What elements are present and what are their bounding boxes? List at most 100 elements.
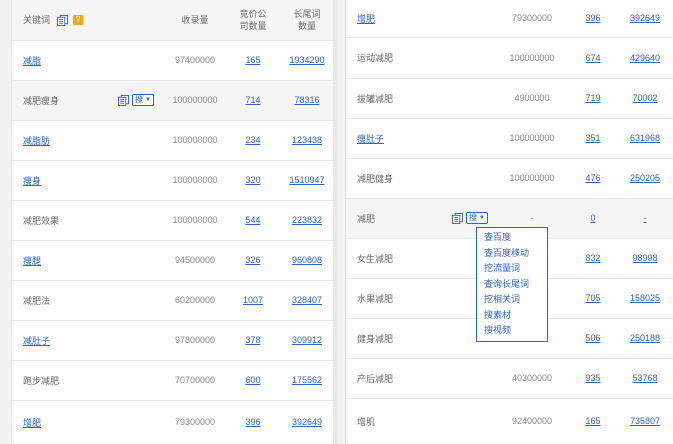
keyword-link[interactable]: 增肥 [23, 418, 41, 428]
copy-icon[interactable] [56, 14, 68, 26]
longtail-link[interactable]: 53768 [632, 373, 657, 383]
competitors-link[interactable]: 0 [590, 213, 595, 223]
copy-icon[interactable] [452, 212, 464, 224]
search-dropdown-button[interactable]: 搜 ▼ [466, 212, 488, 224]
table-row: 瘦腿 94500000 326 960808 [12, 240, 336, 280]
table-row: 瘦身 100000000 320 1510947 [12, 160, 336, 200]
competitors-header-line1: 竞价公 [239, 8, 267, 19]
search-volume-value: - [530, 213, 534, 223]
keyword-link[interactable]: 瘦腿 [23, 256, 41, 266]
keyword-link[interactable]: 减脂 [23, 56, 41, 66]
competitors-link[interactable]: 600 [245, 375, 260, 385]
longtail-cell: 631968 [616, 118, 673, 158]
competitors-link[interactable]: 544 [245, 215, 260, 225]
table-header-row: 关键词 ? 收录量 竞价公 司数量 长尾词 数量 [12, 0, 336, 40]
competitors-link[interactable]: 378 [245, 335, 260, 345]
competitors-link[interactable]: 326 [245, 255, 260, 265]
longtail-link[interactable]: 98998 [632, 253, 657, 263]
competitors-link[interactable]: 234 [245, 135, 260, 145]
table-row: 运动减肥 100000000 674 429640 [346, 37, 673, 78]
dropdown-item[interactable]: 查百度移动 [477, 246, 547, 262]
longtail-column-header: 长尾词 数量 [276, 0, 336, 40]
search-dropdown-button[interactable]: 搜 ▼ [132, 94, 154, 106]
keyword-link[interactable]: 减脂肪 [23, 136, 50, 146]
longtail-link[interactable]: 70002 [632, 93, 657, 103]
longtail-link[interactable]: 223832 [292, 215, 322, 225]
longtail-link[interactable]: 309912 [292, 335, 322, 345]
competitors-link[interactable]: 506 [585, 333, 600, 343]
longtail-cell: 250205 [616, 158, 673, 198]
longtail-link[interactable]: 960808 [292, 255, 322, 265]
search-volume-value: 97800000 [174, 335, 216, 345]
competitors-link[interactable]: 396 [585, 13, 600, 23]
help-icon[interactable]: ? [73, 15, 84, 26]
competitors-link[interactable]: 476 [585, 173, 600, 183]
table-row: 增肌 92400000 165 735807 [346, 398, 673, 444]
chevron-down-icon: ▼ [479, 215, 485, 221]
table-row: 减肥瘦身 搜 ▼ 100000000 714 78316 [12, 80, 336, 120]
keyword-link[interactable]: 瘦身 [23, 176, 41, 186]
table-row: 产后减肥 40300000 935 53768 [346, 358, 673, 398]
search-volume-cell: 100000000 [160, 160, 230, 200]
search-volume-column-header: 收录量 [160, 0, 230, 40]
competitors-link[interactable]: 320 [245, 175, 260, 185]
left-keyword-table-panel: 关键词 ? 收录量 竞价公 司数量 长尾词 数量 减脂 97400000 165 1934… [11, 0, 337, 444]
longtail-link[interactable]: 158025 [630, 293, 660, 303]
competitors-link[interactable]: 674 [585, 53, 600, 63]
dropdown-item[interactable]: 搜视频 [477, 323, 547, 339]
dropdown-item[interactable]: 挖流量词 [477, 261, 547, 277]
dropdown-item[interactable]: 查询长尾词 [477, 277, 547, 293]
longtail-link[interactable]: 250205 [630, 173, 660, 183]
competitors-link[interactable]: 351 [585, 133, 600, 143]
keyword-cell: 瘦身 [12, 160, 160, 200]
longtail-link[interactable]: 123438 [292, 135, 322, 145]
keyword-link[interactable]: 减肚子 [23, 336, 50, 346]
keyword-link[interactable]: 瘦肚子 [357, 134, 384, 144]
search-volume-value: 100000000 [509, 133, 555, 143]
search-volume-value: 100000000 [172, 95, 218, 105]
keyword-cell: 水果减肥 [346, 278, 494, 318]
competitors-cell: 320 [230, 160, 276, 200]
search-volume-cell: 92400000 [494, 398, 570, 444]
right-keyword-table: 增肥 79300000 396 392649 运动减肥 100000000 674 42964… [346, 0, 673, 444]
longtail-link[interactable]: 175562 [292, 375, 322, 385]
longtail-link[interactable]: 78316 [294, 95, 319, 105]
longtail-link[interactable]: 328407 [292, 295, 322, 305]
longtail-link[interactable]: 1510947 [289, 175, 324, 185]
longtail-link[interactable]: - [644, 213, 647, 223]
competitors-link[interactable]: 832 [585, 253, 600, 263]
longtail-link[interactable]: 392649 [292, 417, 322, 427]
competitors-link[interactable]: 396 [245, 417, 260, 427]
longtail-link[interactable]: 392649 [630, 13, 660, 23]
competitors-link[interactable]: 935 [585, 373, 600, 383]
dropdown-item[interactable]: 挖相关词 [477, 292, 547, 308]
search-volume-cell: 100000000 [160, 120, 230, 160]
competitors-cell: 719 [570, 78, 616, 118]
keyword-link[interactable]: 增肥 [357, 14, 375, 24]
competitors-link[interactable]: 719 [585, 93, 600, 103]
right-keyword-table-panel: 增肥 79300000 396 392649 运动减肥 100000000 674 42964… [345, 0, 673, 444]
competitors-cell: 0 [570, 198, 616, 238]
row-tools: 搜 ▼ [118, 94, 154, 106]
left-panel-scrollbar[interactable] [333, 0, 338, 444]
longtail-link[interactable]: 429640 [630, 53, 660, 63]
competitors-link[interactable]: 165 [585, 416, 600, 426]
dropdown-item[interactable]: 搜素材 [477, 308, 547, 324]
competitors-link[interactable]: 1007 [243, 295, 263, 305]
keyword-cell: 瘦肚子 [346, 118, 494, 158]
table-row: 瘦肚子 100000000 351 631968 [346, 118, 673, 158]
longtail-link[interactable]: 250188 [630, 333, 660, 343]
longtail-link[interactable]: 1934290 [289, 55, 324, 65]
dropdown-item[interactable]: 查百度 [477, 230, 547, 246]
competitors-link[interactable]: 165 [245, 55, 260, 65]
competitors-link[interactable]: 705 [585, 293, 600, 303]
keyword-cell: 女生减肥 [346, 238, 494, 278]
copy-icon[interactable] [118, 94, 130, 106]
search-volume-cell: 79300000 [494, 0, 570, 37]
keyword-cell: 减脂 [12, 40, 160, 80]
longtail-link[interactable]: 735807 [630, 416, 660, 426]
keyword-cell: 健身减肥 [346, 318, 494, 358]
competitors-link[interactable]: 714 [245, 95, 260, 105]
longtail-link[interactable]: 631968 [630, 133, 660, 143]
search-volume-cell: 100000000 [160, 200, 230, 240]
